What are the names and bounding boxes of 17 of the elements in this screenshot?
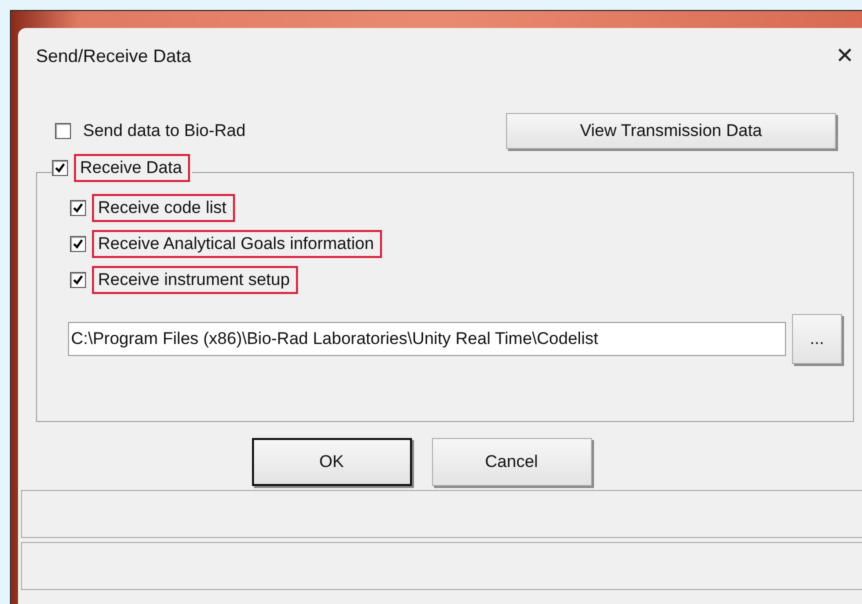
checkbox[interactable] (55, 123, 71, 139)
checkbox-label: Receive code list (92, 194, 235, 222)
browse-button[interactable]: ... (792, 314, 842, 364)
ok-button[interactable]: OK (252, 438, 412, 486)
checkbox[interactable] (70, 236, 86, 252)
checkbox-label: Receive instrument setup (92, 266, 298, 294)
checkbox[interactable] (52, 160, 68, 176)
checkbox-label: Receive Data (74, 154, 190, 182)
checkbox-label: Receive Analytical Goals information (92, 230, 382, 258)
view-transmission-button[interactable]: View Transmission Data (506, 113, 836, 149)
close-button[interactable]: ✕ (828, 44, 862, 68)
checkbox-label: Send data to Bio-Rad (82, 120, 247, 142)
cancel-button[interactable]: Cancel (432, 438, 592, 486)
path-field[interactable]: C:\Program Files (x86)\Bio-Rad Laboratories\Unity Real Time\Codelist (68, 322, 786, 356)
window-title: Send/Receive Data (36, 46, 192, 66)
checkbox[interactable] (70, 200, 86, 216)
checkbox[interactable] (70, 272, 86, 288)
